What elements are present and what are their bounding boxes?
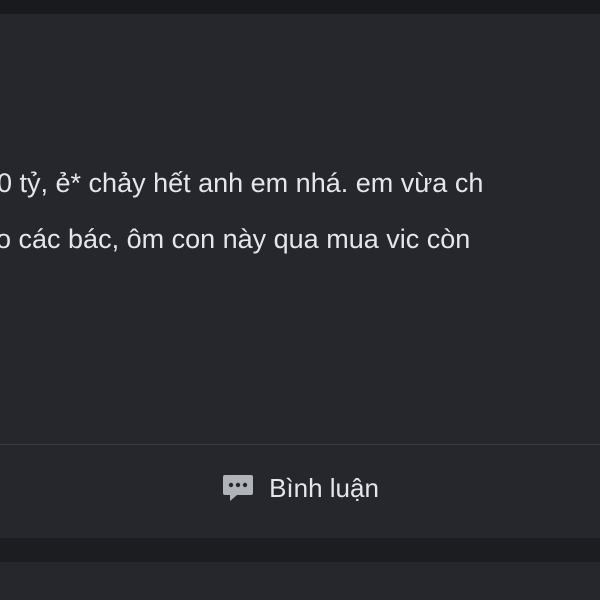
comment-label: Bình luận — [269, 473, 379, 503]
action-divider — [0, 444, 600, 445]
post-content: 0 tỷ, ẻ* chảy hết anh em nhá. em vừa ch … — [0, 14, 600, 444]
feed-separator — [0, 538, 600, 562]
post-text-line: o các bác, ôm con này qua mua vic còn — [0, 224, 471, 254]
post-card: 0 tỷ, ẻ* chảy hết anh em nhá. em vừa ch … — [0, 14, 600, 538]
comment-bubble-icon — [221, 471, 255, 505]
comment-button[interactable]: Bình luận — [190, 464, 410, 512]
post-text-line: 0 tỷ, ẻ* chảy hết anh em nhá. em vừa ch — [0, 168, 484, 198]
page: 0 tỷ, ẻ* chảy hết anh em nhá. em vừa ch … — [0, 0, 600, 600]
next-post-card — [0, 562, 600, 600]
